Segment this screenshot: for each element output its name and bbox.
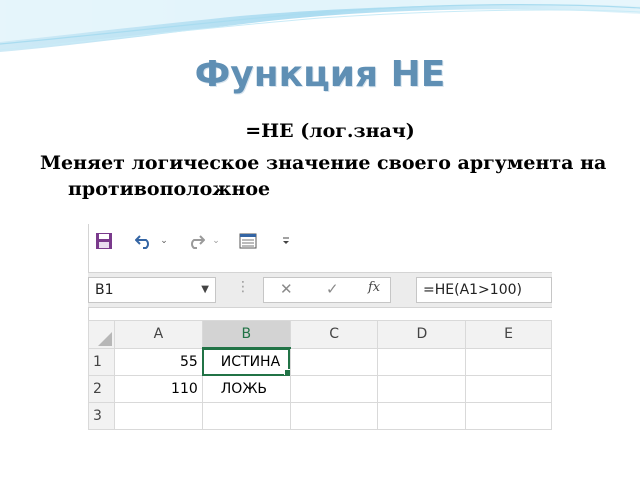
column-header-e[interactable]: E (465, 320, 552, 349)
cell-c1[interactable] (289, 347, 379, 376)
column-header-c[interactable]: C (289, 320, 379, 349)
redo-icon[interactable] (185, 230, 207, 252)
column-header-a[interactable]: A (113, 320, 203, 349)
formula-buttons: ✕ ✓ fx (263, 277, 391, 303)
redo-dropdown-icon[interactable]: ⌄ (211, 230, 221, 252)
function-description: Меняет логическое значение своего аргуме… (40, 152, 607, 200)
cell-c2[interactable] (289, 375, 379, 403)
cell-d3[interactable] (377, 402, 467, 430)
decorative-swoosh (0, 0, 640, 52)
cell-a1[interactable]: 55 (113, 347, 203, 376)
cell-a2[interactable]: 110 (113, 375, 203, 403)
cancel-icon[interactable]: ✕ (280, 280, 293, 298)
formula-input[interactable]: =НЕ(A1>100) (416, 277, 552, 303)
name-box[interactable]: B1 ▼ (88, 277, 216, 303)
column-header-b[interactable]: B (201, 320, 291, 349)
cell-d1[interactable] (377, 347, 467, 376)
cell-a3[interactable] (113, 402, 203, 430)
function-syntax: =НЕ (лог.знач) (245, 120, 415, 142)
slide-title: Функция НЕ (194, 54, 446, 95)
spreadsheet-grid: A B C D E 1 55 ИСТИНА 2 110 ЛОЖЬ 3 (88, 320, 552, 430)
customize-qat-icon[interactable] (279, 230, 293, 252)
cell-b2[interactable]: ЛОЖЬ (201, 375, 291, 403)
table-row: 3 (88, 402, 552, 430)
column-header-d[interactable]: D (377, 320, 467, 349)
cell-b3[interactable] (201, 402, 291, 430)
form-icon[interactable] (237, 230, 259, 252)
save-icon[interactable] (93, 230, 115, 252)
row-header-2[interactable]: 2 (88, 375, 115, 403)
select-all-corner[interactable] (88, 320, 115, 349)
row-header-3[interactable]: 3 (88, 402, 115, 430)
cell-e1[interactable] (465, 347, 552, 376)
chevron-down-icon[interactable]: ▼ (201, 278, 209, 302)
cell-b1[interactable]: ИСТИНА (201, 347, 291, 376)
enter-icon[interactable]: ✓ (326, 280, 339, 298)
name-box-value: B1 (95, 282, 114, 298)
cell-d2[interactable] (377, 375, 467, 403)
row-header-1[interactable]: 1 (88, 347, 115, 376)
undo-dropdown-icon[interactable]: ⌄ (159, 230, 169, 252)
cell-e2[interactable] (465, 375, 552, 403)
more-options-icon[interactable]: ⋮ (236, 279, 250, 295)
insert-function-icon[interactable]: fx (368, 280, 380, 295)
cell-c3[interactable] (289, 402, 379, 430)
formula-bar: B1 ▼ ⋮ ✕ ✓ fx =НЕ(A1>100) (88, 272, 552, 308)
cell-b1-value: ИСТИНА (220, 354, 281, 370)
fill-handle[interactable] (283, 369, 290, 375)
undo-icon[interactable] (133, 230, 155, 252)
quick-access-toolbar: ⌄ ⌄ (89, 224, 553, 258)
cell-e3[interactable] (465, 402, 552, 430)
table-row: 1 55 ИСТИНА (88, 347, 552, 376)
table-row: 2 110 ЛОЖЬ (88, 375, 552, 403)
